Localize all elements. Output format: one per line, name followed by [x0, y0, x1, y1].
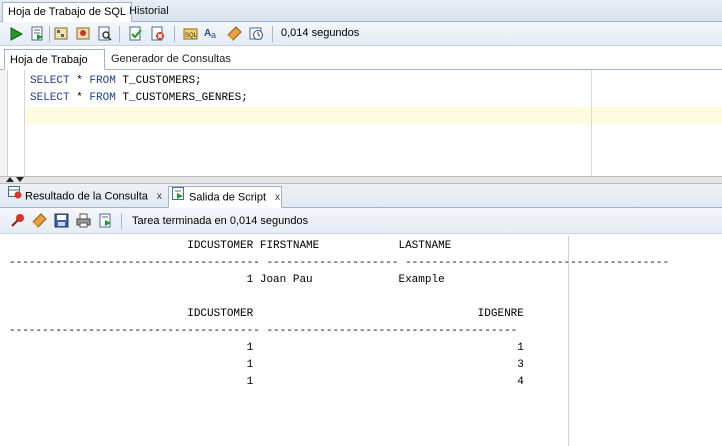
sql-text: T_CUSTOMERS; — [115, 75, 202, 87]
editor-gutter — [0, 70, 8, 176]
explain-plan-icon[interactable] — [53, 25, 70, 42]
clear-output-icon[interactable] — [31, 212, 48, 229]
output-line: 1 3 — [9, 359, 524, 371]
collapse-up-icon[interactable] — [6, 177, 14, 182]
export-icon[interactable] — [97, 212, 114, 229]
toolbar-separator — [119, 26, 120, 42]
query-result-icon — [8, 186, 22, 207]
worksheet-tab-bar: Hoja de Trabajo Generador de Consultas — [0, 46, 722, 70]
sql-tuning-icon[interactable] — [96, 25, 113, 42]
output-line: IDCUSTOMER IDGENRE — [9, 308, 524, 320]
run-script-icon[interactable] — [29, 25, 46, 42]
tab-worksheet[interactable]: Hoja de Trabajo — [4, 49, 105, 70]
toolbar-separator — [121, 213, 122, 229]
script-output-icon — [172, 187, 186, 208]
pane-splitter[interactable] — [0, 176, 722, 184]
tab-sql-worksheet[interactable]: Hoja de Trabajo de SQL — [2, 2, 133, 22]
sql-text: T_CUSTOMERS_GENRES; — [115, 92, 248, 104]
script-output-area[interactable]: IDCUSTOMER FIRSTNAME LASTNAME ----------… — [0, 234, 722, 446]
sql-keyword: FROM — [89, 92, 116, 104]
save-icon[interactable] — [53, 212, 70, 229]
tab-history[interactable]: Historial — [124, 2, 174, 22]
svg-text:SQL: SQL — [185, 33, 198, 39]
toolbar-separator — [49, 26, 50, 42]
task-status-label: Tarea terminada en 0,014 segundos — [132, 215, 309, 227]
sql-text: * — [69, 75, 90, 87]
editor-line[interactable]: SELECT * FROM T_CUSTOMERS; — [30, 75, 202, 87]
worksheet-toolbar: SQL Aa 0,014 segundos — [0, 22, 722, 46]
output-line: -------------------------------------- -… — [9, 257, 670, 269]
close-icon[interactable]: x — [157, 186, 162, 207]
top-tab-bar: Hoja de Trabajo de SQL Historial — [0, 0, 722, 22]
clear-icon[interactable] — [226, 25, 243, 42]
tab-script-output[interactable]: Salida de Script x — [168, 186, 282, 208]
commit-icon[interactable] — [127, 25, 144, 42]
output-line: -------------------------------------- -… — [9, 325, 518, 337]
sql-keyword: SELECT — [30, 75, 70, 87]
output-line: 1 1 — [9, 342, 524, 354]
to-upper-lower-icon[interactable]: Aa — [204, 25, 221, 42]
editor-right-margin — [591, 70, 592, 176]
close-icon[interactable]: x — [275, 187, 280, 208]
rollback-icon[interactable] — [149, 25, 166, 42]
tab-query-result[interactable]: Resultado de la Consulta x — [4, 186, 164, 208]
toolbar-separator — [272, 26, 273, 42]
svg-text:a: a — [211, 30, 216, 40]
tab-script-output-label: Salida de Script — [189, 191, 267, 204]
tab-query-result-label: Resultado de la Consulta — [25, 190, 148, 203]
output-line: 1 Joan Pau Example — [9, 274, 445, 286]
output-line: 1 4 — [9, 376, 524, 388]
run-statement-icon[interactable] — [7, 25, 24, 42]
sql-keyword: SELECT — [30, 92, 70, 104]
sql-text: * — [69, 92, 90, 104]
toolbar-separator — [174, 26, 175, 42]
pin-icon[interactable] — [9, 212, 26, 229]
editor-line[interactable]: SELECT * FROM T_CUSTOMERS_GENRES; — [30, 92, 248, 104]
current-line-highlight — [25, 107, 722, 124]
sql-keyword: FROM — [89, 75, 116, 87]
sql-editor[interactable]: SELECT * FROM T_CUSTOMERS; SELECT * FROM… — [0, 70, 722, 176]
tab-query-builder[interactable]: Generador de Consultas — [106, 49, 236, 70]
collapse-down-icon[interactable] — [16, 177, 24, 182]
autotrace-icon[interactable] — [75, 25, 92, 42]
output-line: IDCUSTOMER FIRSTNAME LASTNAME — [9, 240, 452, 252]
unshared-sql-icon[interactable]: SQL — [182, 25, 199, 42]
result-tab-bar: Resultado de la Consulta x Salida de Scri… — [0, 184, 722, 208]
history-icon[interactable] — [248, 25, 265, 42]
print-icon[interactable] — [75, 212, 92, 229]
script-output-toolbar: Tarea terminada en 0,014 segundos — [0, 208, 722, 234]
execution-time-label: 0,014 segundos — [281, 27, 360, 39]
